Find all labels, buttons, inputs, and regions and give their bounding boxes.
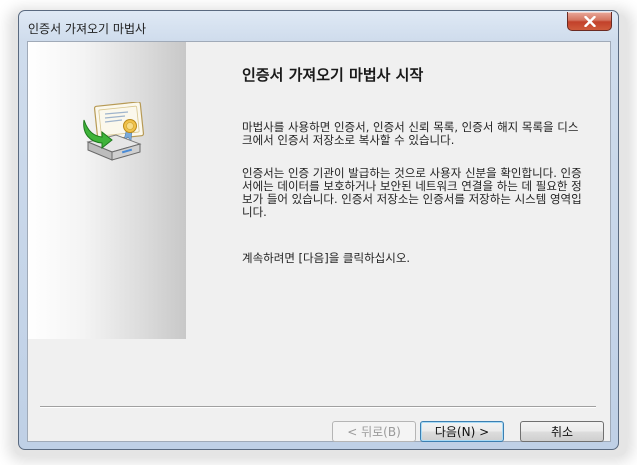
wizard-heading: 인증서 가져오기 마법사 시작 <box>242 66 424 84</box>
continue-instruction: 계속하려면 [다음]을 클릭하십시오. <box>242 251 411 265</box>
wizard-window: 인증서 가져오기 마법사 인증서 가져오기 마법사 시작 마법사를 사용하면 인… <box>18 10 619 450</box>
cancel-button[interactable]: 취소 <box>520 421 604 442</box>
close-button[interactable] <box>567 12 612 31</box>
side-banner <box>28 42 186 339</box>
title-bar[interactable]: 인증서 가져오기 마법사 <box>19 11 618 41</box>
wizard-client-area: 인증서 가져오기 마법사 시작 마법사를 사용하면 인증서, 인증서 신뢰 목록… <box>27 41 611 442</box>
certificate-description: 인증서는 인증 기관이 발급하는 것으로 사용자 신분을 확인합니다. 인증서에… <box>242 166 582 219</box>
certificate-import-icon <box>83 102 145 161</box>
window-title: 인증서 가져오기 마법사 <box>28 22 147 36</box>
intro-paragraph: 마법사를 사용하면 인증서, 인증서 신뢰 목록, 인증서 해지 목록을 디스크… <box>242 120 579 147</box>
button-divider <box>40 406 596 408</box>
next-button[interactable]: 다음(N) > <box>420 421 504 442</box>
close-icon <box>583 15 596 27</box>
back-button[interactable]: < 뒤로(B) <box>332 421 416 442</box>
